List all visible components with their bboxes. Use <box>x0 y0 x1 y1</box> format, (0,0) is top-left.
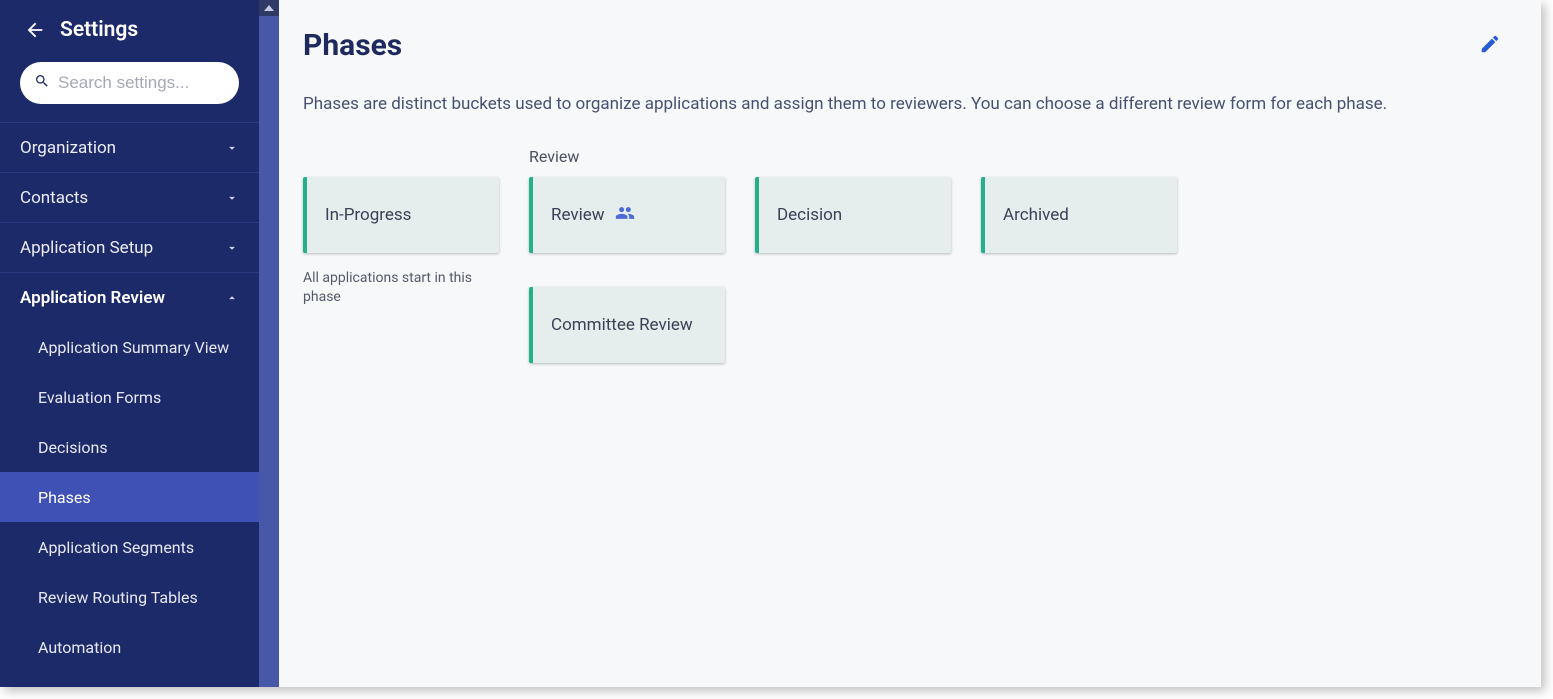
sidebar-item-label: Evaluation Forms <box>38 388 161 407</box>
phase-column-in-progress: In-Progress All applications start in th… <box>303 147 499 308</box>
nav-section-application-review[interactable]: Application Review <box>0 272 259 322</box>
nav-sub-list: Application Summary View Evaluation Form… <box>0 322 259 672</box>
phase-column-caption: All applications start in this phase <box>303 269 499 308</box>
sidebar-item-evaluation-forms[interactable]: Evaluation Forms <box>0 372 259 422</box>
sidebar-item-review-routing-tables[interactable]: Review Routing Tables <box>0 572 259 622</box>
phase-column-archived: Archived <box>981 147 1177 265</box>
settings-title: Settings <box>60 18 138 42</box>
sidebar-item-label: Application Segments <box>38 538 194 557</box>
chevron-down-icon <box>225 241 239 255</box>
column-header <box>981 147 1177 169</box>
chevron-down-icon <box>225 141 239 155</box>
phase-card-committee-review[interactable]: Committee Review <box>529 287 725 363</box>
nav-section-label: Application Setup <box>20 238 153 258</box>
edit-button[interactable] <box>1479 33 1501 59</box>
phase-card-decision[interactable]: Decision <box>755 177 951 253</box>
pencil-icon <box>1479 33 1501 59</box>
search-wrap <box>0 62 259 122</box>
sidebar-item-label: Application Summary View <box>38 338 229 357</box>
sidebar-item-label: Automation <box>38 638 121 657</box>
sidebar-header: Settings <box>0 0 259 62</box>
phase-card-archived[interactable]: Archived <box>981 177 1177 253</box>
nav-section-label: Organization <box>20 138 116 158</box>
sidebar-item-label: Review Routing Tables <box>38 588 198 607</box>
nav-section-label: Contacts <box>20 188 88 208</box>
sidebar-item-automation[interactable]: Automation <box>0 622 259 672</box>
search-field[interactable] <box>20 62 239 104</box>
column-header <box>755 147 951 169</box>
nav-section-label: Application Review <box>20 288 165 308</box>
phase-card-label: Review <box>551 205 605 225</box>
scrollbar-up-button[interactable] <box>259 0 279 16</box>
nav-section-application-setup[interactable]: Application Setup <box>0 222 259 272</box>
back-arrow-icon[interactable] <box>24 19 46 41</box>
phases-grid: In-Progress All applications start in th… <box>303 147 1501 375</box>
phase-card-label: Archived <box>1003 205 1069 225</box>
spacer <box>529 265 725 287</box>
sidebar-item-application-segments[interactable]: Application Segments <box>0 522 259 572</box>
nav-section-contacts[interactable]: Contacts <box>0 172 259 222</box>
phase-card-in-progress[interactable]: In-Progress <box>303 177 499 253</box>
group-icon <box>615 205 635 224</box>
sidebar-item-label: Phases <box>38 488 91 507</box>
phase-column-review: Review Review Committee Review <box>529 147 725 375</box>
sidebar-item-phases[interactable]: Phases <box>0 472 259 522</box>
main-content: Phases Phases are distinct buckets used … <box>279 0 1541 687</box>
sidebar: Settings Organization Contacts Applicati <box>0 0 279 687</box>
phase-card-label: Decision <box>777 205 842 225</box>
phase-card-label: In-Progress <box>325 205 411 225</box>
chevron-down-icon <box>225 191 239 205</box>
search-input[interactable] <box>58 73 279 93</box>
chevron-up-icon <box>225 291 239 305</box>
phase-column-decision: Decision <box>755 147 951 265</box>
search-icon <box>34 73 50 93</box>
phase-card-label: Committee Review <box>551 315 693 335</box>
phase-card-review[interactable]: Review <box>529 177 725 253</box>
page-description: Phases are distinct buckets used to orga… <box>303 93 1501 117</box>
nav-section-organization[interactable]: Organization <box>0 122 259 172</box>
column-header: Review <box>529 147 725 169</box>
page-title: Phases <box>303 28 402 63</box>
sidebar-item-decisions[interactable]: Decisions <box>0 422 259 472</box>
sidebar-item-application-summary-view[interactable]: Application Summary View <box>0 322 259 372</box>
column-header <box>303 147 499 169</box>
app-window: Settings Organization Contacts Applicati <box>0 0 1541 687</box>
sidebar-item-label: Decisions <box>38 438 108 457</box>
page-header: Phases <box>303 28 1501 63</box>
